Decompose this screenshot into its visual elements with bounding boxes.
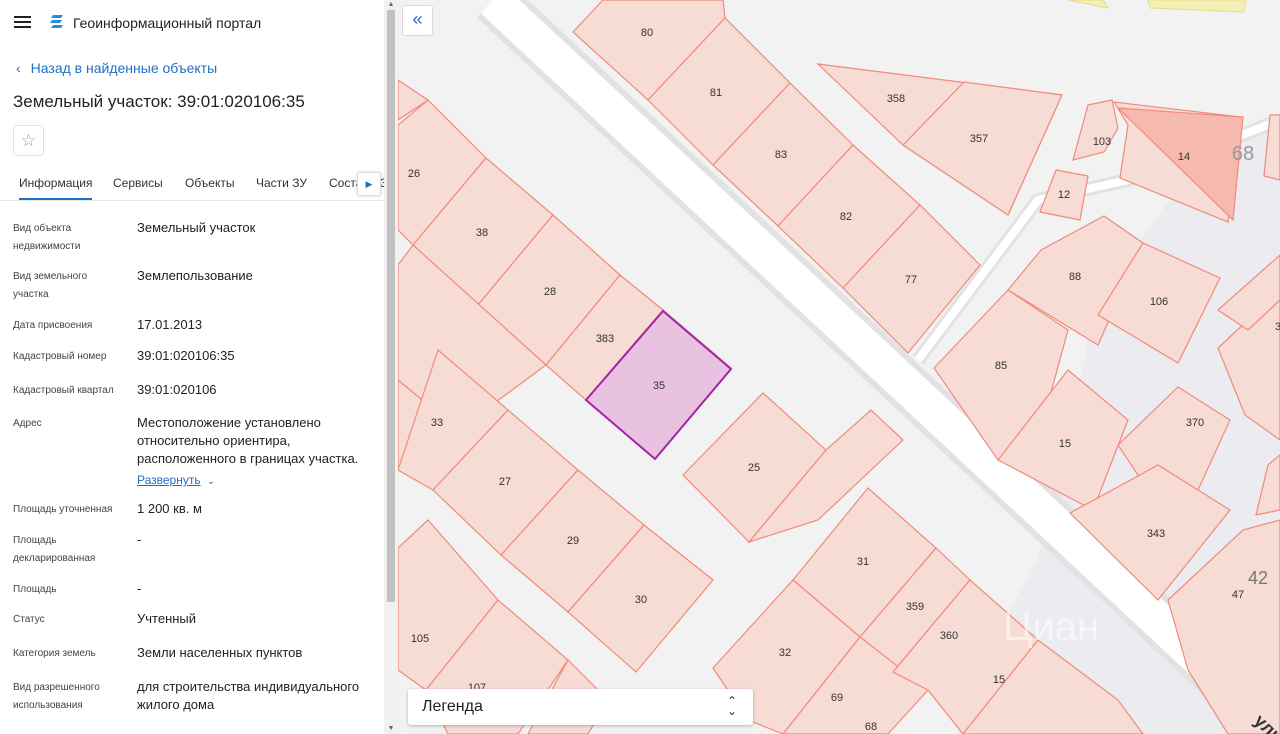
svg-text:42: 42 (1248, 568, 1268, 588)
value-parcel-type: Землепользование (137, 268, 253, 283)
portal-logo-icon (50, 15, 63, 28)
value-status: Учтенный (137, 611, 197, 626)
watermark: Циан (1003, 605, 1099, 649)
svg-text:82: 82 (840, 211, 852, 223)
parcel-label: 80 (641, 27, 653, 39)
svg-text:360: 360 (940, 630, 958, 642)
value-cadastral-number: 39:01:020106:35 (137, 348, 235, 363)
star-icon: ☆ (20, 131, 37, 150)
label-parcel-type: Вид земельного участка (13, 271, 88, 300)
svg-text:15: 15 (993, 674, 1005, 686)
svg-text:27: 27 (499, 476, 511, 488)
svg-text:105: 105 (411, 633, 429, 645)
tabs-scroll-right-button[interactable]: ▶ (357, 172, 381, 196)
label-permitted-use: Вид разрешенного использования (13, 682, 100, 711)
value-object-type: Земельный участок (137, 220, 256, 235)
svg-text:32: 32 (779, 647, 791, 659)
svg-text:106: 106 (1150, 296, 1168, 308)
label-cadastral-number: Кадастровый номер (13, 351, 107, 362)
svg-text:85: 85 (995, 360, 1007, 372)
map-canvas[interactable]: 80 81 83 82 77 358 357 103 14 68 12 88 1… (398, 0, 1280, 734)
svg-text:14: 14 (1178, 151, 1190, 163)
label-area-specified: Площадь уточненная (13, 504, 113, 515)
label-object-type: Вид объекта недвижимости (13, 223, 81, 252)
svg-text:35: 35 (653, 380, 665, 392)
top-bar: Геоинформационный портал (0, 0, 384, 46)
label-land-category: Категория земель (13, 648, 96, 659)
app-title: Геоинформационный портал (73, 15, 262, 31)
svg-text:83: 83 (775, 149, 787, 161)
page-title: Земельный участок: 39:01:020106:35 (13, 92, 305, 111)
yellow-parcel (1067, 0, 1110, 9)
svg-text:81: 81 (710, 87, 722, 99)
svg-text:33: 33 (431, 417, 443, 429)
collapse-panel-button[interactable]: « (402, 5, 433, 36)
scroll-up-arrow-icon[interactable]: ▲ (384, 0, 398, 10)
cadastral-map[interactable]: 80 81 83 82 77 358 357 103 14 68 12 88 1… (398, 0, 1280, 734)
svg-text:47: 47 (1232, 589, 1244, 601)
svg-text:15: 15 (1059, 438, 1071, 450)
hamburger-icon[interactable] (14, 16, 31, 29)
value-address: Местоположение установлено относительно … (137, 415, 359, 466)
label-area-declared: Площадь декларированная (13, 535, 96, 564)
tab-objects[interactable]: Объекты (185, 176, 235, 190)
value-area-specified: 1 200 кв. м (137, 501, 202, 516)
double-chevron-left-icon: « (412, 9, 423, 29)
svg-text:38: 38 (476, 227, 488, 239)
svg-text:26: 26 (408, 168, 420, 180)
label-address: Адрес (13, 418, 42, 429)
caret-right-icon: ▶ (365, 179, 373, 189)
svg-text:28: 28 (544, 286, 556, 298)
value-area-declared: - (137, 532, 142, 547)
value-permitted-use: для строительства индивидуального жилого… (137, 679, 360, 712)
panel-scrollbar[interactable]: ▲ ▼ (384, 0, 398, 734)
object-info-panel: Геоинформационный портал ‹ Назад в найден… (0, 0, 384, 734)
scrollbar-thumb[interactable] (387, 10, 395, 602)
svg-text:68: 68 (1232, 143, 1254, 165)
favorite-button[interactable]: ☆ (13, 125, 44, 156)
svg-text:383: 383 (596, 333, 614, 345)
expand-address-link[interactable]: Развернуть ⌄ (137, 471, 215, 489)
svg-text:88: 88 (1069, 271, 1081, 283)
value-land-category: Земли населенных пунктов (137, 645, 303, 660)
tab-parts[interactable]: Части ЗУ (256, 176, 307, 190)
svg-text:25: 25 (748, 462, 760, 474)
chevron-left-icon: ‹ (16, 60, 21, 76)
tab-services[interactable]: Сервисы (113, 176, 163, 190)
tab-bar: Информация Сервисы Объекты Части ЗУ Сост… (0, 168, 384, 201)
svg-text:343: 343 (1147, 528, 1165, 540)
svg-text:3: 3 (1275, 321, 1280, 333)
chevron-down-icon: ⌄ (206, 476, 215, 487)
svg-text:12: 12 (1058, 189, 1070, 201)
svg-text:103: 103 (1093, 136, 1111, 148)
svg-text:29: 29 (567, 535, 579, 547)
label-cadastral-quarter: Кадастровый квартал (13, 385, 114, 396)
svg-text:77: 77 (905, 274, 917, 286)
svg-text:357: 357 (970, 133, 988, 145)
svg-text:370: 370 (1186, 417, 1204, 429)
label-assign-date: Дата присвоения (13, 320, 93, 331)
value-cadastral-quarter: 39:01:020106 (137, 382, 217, 397)
legend-dropdown[interactable]: Легенда ⌃ ⌄ (408, 689, 753, 725)
expand-label: Развернуть (137, 473, 201, 487)
svg-text:30: 30 (635, 594, 647, 606)
scroll-down-arrow-icon[interactable]: ▼ (384, 724, 398, 734)
tab-information[interactable]: Информация (19, 176, 93, 200)
label-area: Площадь (13, 584, 57, 595)
svg-text:359: 359 (906, 601, 924, 613)
chevron-up-down-icon: ⌃ ⌄ (726, 694, 737, 718)
svg-text:68: 68 (865, 721, 877, 733)
svg-text:358: 358 (887, 93, 905, 105)
back-link-label: Назад в найденные объекты (30, 60, 218, 76)
back-link[interactable]: ‹ Назад в найденные объекты (16, 60, 217, 76)
svg-text:69: 69 (831, 692, 843, 704)
value-assign-date: 17.01.2013 (137, 317, 203, 332)
label-status: Статус (13, 614, 45, 625)
legend-label: Легенда (422, 698, 483, 715)
svg-text:31: 31 (857, 556, 869, 568)
value-area: - (137, 581, 142, 596)
